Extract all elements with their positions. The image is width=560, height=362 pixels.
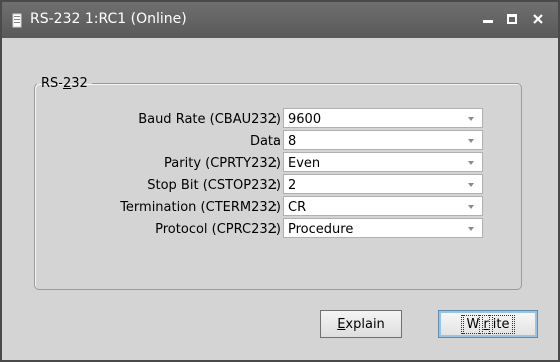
write-button-label: Wr ite bbox=[460, 314, 516, 334]
dialog-window: RS-232 1:RC1 (Online) RS-232 Baud Rate (… bbox=[0, 0, 560, 362]
minimize-icon[interactable] bbox=[480, 10, 498, 28]
protocol-label: Protocol (CPRC232) bbox=[155, 222, 281, 237]
stop-bit-colon: : bbox=[273, 178, 278, 193]
field-row-data: Data : 8 bbox=[35, 130, 521, 152]
chevron-down-icon bbox=[468, 205, 474, 209]
protocol-dropdown[interactable]: Procedure bbox=[283, 218, 483, 238]
baud-rate-colon: : bbox=[273, 112, 278, 127]
parity-colon: : bbox=[273, 156, 278, 171]
data-colon: : bbox=[273, 134, 278, 149]
data-value: 8 bbox=[288, 134, 297, 149]
field-row-baud-rate: Baud Rate (CBAU232) : 9600 bbox=[35, 108, 521, 130]
parity-dropdown[interactable]: Even bbox=[283, 152, 483, 172]
protocol-colon: : bbox=[273, 222, 278, 237]
write-button[interactable]: Wr ite bbox=[438, 310, 538, 338]
maximize-icon[interactable] bbox=[504, 10, 522, 28]
group-legend: RS-232 bbox=[41, 76, 88, 91]
termination-label: Termination (CTERM232) bbox=[120, 200, 281, 215]
parity-value: Even bbox=[288, 156, 321, 171]
baud-rate-value: 9600 bbox=[288, 112, 322, 127]
rs232-group: RS-232 Baud Rate (CBAU232) : 9600 Data :… bbox=[34, 76, 522, 290]
chevron-down-icon bbox=[468, 117, 474, 121]
parity-label: Parity (CPRTY232) bbox=[164, 156, 281, 171]
title-bar[interactable]: RS-232 1:RC1 (Online) bbox=[2, 2, 558, 38]
baud-rate-dropdown[interactable]: 9600 bbox=[283, 108, 483, 128]
dialog-client-area: RS-232 Baud Rate (CBAU232) : 9600 Data :… bbox=[10, 40, 550, 352]
termination-dropdown[interactable]: CR bbox=[283, 196, 483, 216]
chevron-down-icon bbox=[468, 139, 474, 143]
baud-rate-label: Baud Rate (CBAU232) bbox=[138, 112, 281, 127]
data-dropdown[interactable]: 8 bbox=[283, 130, 483, 150]
document-icon bbox=[12, 13, 22, 28]
termination-value: CR bbox=[288, 200, 307, 215]
explain-button[interactable]: Explain bbox=[320, 310, 402, 338]
chevron-down-icon bbox=[468, 227, 474, 231]
field-row-parity: Parity (CPRTY232) : Even bbox=[35, 152, 521, 174]
chevron-down-icon bbox=[468, 161, 474, 165]
stop-bit-dropdown[interactable]: 2 bbox=[283, 174, 483, 194]
field-row-stop-bit: Stop Bit (CSTOP232) : 2 bbox=[35, 174, 521, 196]
termination-colon: : bbox=[273, 200, 278, 215]
close-icon[interactable] bbox=[530, 10, 548, 28]
protocol-value: Procedure bbox=[288, 222, 354, 237]
explain-button-label: Explain bbox=[337, 316, 385, 332]
field-row-protocol: Protocol (CPRC232) : Procedure bbox=[35, 218, 521, 240]
window-title: RS-232 1:RC1 (Online) bbox=[30, 11, 187, 27]
stop-bit-value: 2 bbox=[288, 178, 297, 193]
chevron-down-icon bbox=[468, 183, 474, 187]
stop-bit-label: Stop Bit (CSTOP232) bbox=[147, 178, 281, 193]
field-row-termination: Termination (CTERM232) : CR bbox=[35, 196, 521, 218]
